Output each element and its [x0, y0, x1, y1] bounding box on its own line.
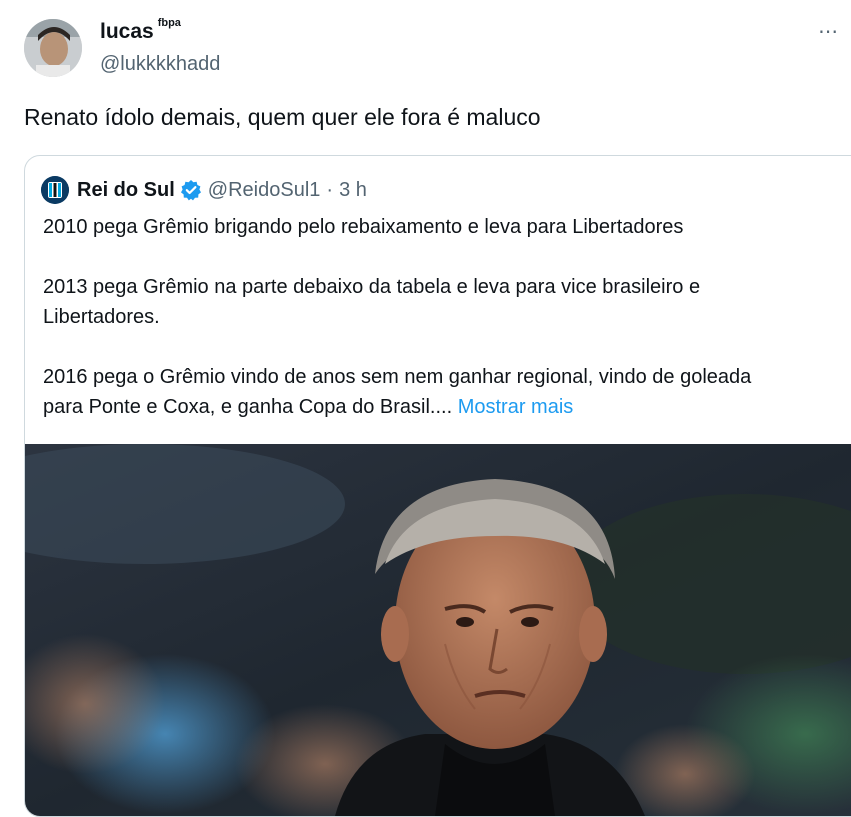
quoted-tweet-time[interactable]: 3 h	[339, 179, 367, 202]
author-name-text[interactable]: lucas	[100, 20, 154, 43]
more-options-button[interactable]: ⋯	[818, 22, 848, 52]
quoted-paragraph: 2016 pega o Grêmio vindo de anos sem nem…	[43, 366, 752, 388]
quoted-tweet[interactable]: Rei do Sul @ReidoSul1 · 3 h 2010 pega Gr…	[24, 155, 851, 817]
quoted-paragraph: 2010 pega Grêmio brigando pelo rebaixame…	[43, 216, 684, 238]
quoted-paragraph: Libertadores.	[43, 306, 160, 328]
author-badge-text: fbpa	[157, 17, 181, 29]
tweet-text: Renato ídolo demais, quem quer ele fora …	[24, 104, 541, 130]
author-handle[interactable]: @lukkkkhadd	[100, 53, 220, 76]
header-separator: ·	[326, 178, 334, 201]
avatar-photo	[24, 19, 82, 77]
coach-photo-image	[25, 444, 851, 816]
quoted-author-avatar[interactable]	[41, 176, 69, 204]
quoted-paragraph-text: para Ponte e Coxa, e ganha Copa do Brasi…	[43, 396, 453, 418]
gremio-crest-icon	[41, 176, 69, 204]
quoted-author-name[interactable]: Rei do Sul	[77, 179, 175, 202]
quoted-paragraph: 2013 pega Grêmio na parte debaixo da tab…	[43, 276, 701, 298]
quoted-tweet-photo[interactable]	[25, 444, 851, 816]
verified-badge-icon	[180, 180, 201, 201]
show-more-link[interactable]: Mostrar mais	[458, 396, 574, 418]
author-name[interactable]: lucas fbpa	[100, 17, 181, 44]
more-horizontal-icon: ⋯	[818, 21, 839, 43]
quoted-author-handle[interactable]: @ReidoSul1	[208, 179, 321, 202]
quoted-tweet-header: Rei do Sul @ReidoSul1 · 3 h	[41, 176, 367, 204]
quoted-tweet-text: 2010 pega Grêmio brigando pelo rebaixame…	[43, 212, 851, 452]
quoted-paragraph-last: para Ponte e Coxa, e ganha Copa do Brasi…	[43, 392, 851, 422]
author-avatar[interactable]	[24, 19, 82, 77]
